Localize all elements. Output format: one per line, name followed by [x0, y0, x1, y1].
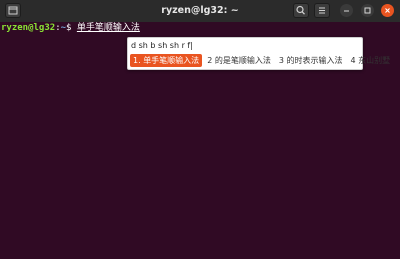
maximize-icon — [361, 4, 374, 17]
typed-input-text: 单手笔顺输入法 — [76, 23, 140, 33]
search-button[interactable] — [293, 3, 309, 18]
ime-candidate-text: 的时表示输入法 — [286, 56, 343, 65]
ime-candidate-index: 1. — [133, 56, 144, 65]
prompt-user-host: ryzen@lg32 — [1, 23, 56, 33]
minimize-icon — [340, 4, 353, 17]
title-bar[interactable]: ryzen@lg32: ~ — [0, 0, 400, 23]
ime-candidate[interactable]: 2 的是笔顺输入法 — [204, 54, 274, 67]
ime-candidate[interactable]: 4 东山别墅 — [347, 54, 393, 67]
ime-candidate-text: 单手笔顺输入法 — [143, 56, 200, 65]
maximize-button[interactable] — [361, 4, 374, 17]
ime-candidate-text: 东山别墅 — [358, 56, 391, 65]
ime-preedit: d sh b sh sh r f| — [131, 41, 193, 50]
menu-button[interactable] — [314, 3, 330, 18]
ime-candidate[interactable]: 1. 单手笔顺输入法 — [130, 54, 203, 67]
search-icon — [294, 4, 308, 17]
close-button[interactable] — [381, 4, 394, 17]
ime-candidate-text: 的是笔顺输入法 — [214, 56, 271, 65]
hamburger-menu-icon — [315, 4, 329, 17]
prompt-line: ryzen@lg32:~$ 单手笔顺输入法 — [1, 22, 140, 35]
minimize-button[interactable] — [340, 4, 353, 17]
ime-candidate-list: 1. 单手笔顺输入法 2 的是笔顺输入法 3 的时表示输入法 4 东山别墅 — [130, 54, 395, 67]
terminal-window: ryzen@lg32: ~ ryzen@lg32:~$ 单手笔顺输入法 d sh… — [0, 0, 400, 259]
close-icon — [381, 4, 394, 17]
ime-candidate-index: 4 — [350, 56, 359, 65]
ime-candidate-index: 2 — [207, 56, 215, 65]
ime-candidate-popup[interactable]: d sh b sh sh r f| 1. 单手笔顺输入法 2 的是笔顺输入法 3 的… — [127, 37, 390, 70]
ime-candidate[interactable]: 3 的时表示输入法 — [276, 54, 346, 67]
